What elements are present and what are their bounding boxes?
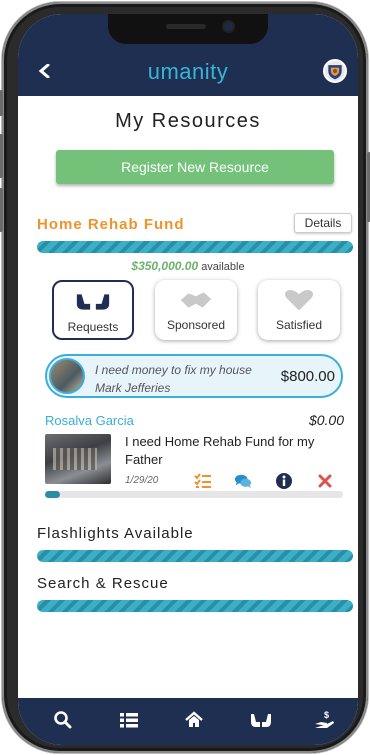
notch bbox=[108, 14, 268, 44]
svg-text:$: $ bbox=[324, 710, 329, 720]
info-icon[interactable] bbox=[275, 472, 293, 490]
handshake-icon bbox=[180, 292, 212, 308]
checklist-icon[interactable] bbox=[194, 472, 212, 490]
screen: umanity My Resources Register New Resour… bbox=[18, 14, 358, 745]
resource-progress-bar bbox=[37, 241, 353, 253]
request-text: I need money to fix my house Mark Jeffer… bbox=[95, 361, 252, 397]
heart-icon bbox=[284, 290, 314, 311]
available-amount: $350,000.00 available bbox=[18, 259, 358, 273]
request-message: I need money to fix my house bbox=[95, 363, 252, 377]
satisfied-label: Satisfied bbox=[275, 318, 323, 332]
requests-label: Requests bbox=[67, 320, 119, 334]
request-amount: $800.00 bbox=[280, 368, 335, 385]
resource-title-flashlights[interactable]: Flashlights Available bbox=[37, 525, 194, 542]
home-icon[interactable] bbox=[184, 710, 204, 730]
satisfied-button[interactable]: Satisfied bbox=[258, 280, 340, 340]
mute-switch bbox=[0, 90, 3, 116]
register-new-resource-button[interactable]: Register New Resource bbox=[56, 150, 334, 184]
speaker bbox=[166, 24, 206, 29]
list-icon[interactable] bbox=[119, 710, 139, 730]
phone-frame: umanity My Resources Register New Resour… bbox=[0, 2, 370, 753]
request-item[interactable]: I need money to fix my house Mark Jeffer… bbox=[45, 354, 343, 398]
camera bbox=[224, 22, 233, 31]
sponsored-label: Sponsored bbox=[166, 318, 226, 332]
requests-button[interactable]: Requests bbox=[52, 280, 134, 340]
page-title: My Resources bbox=[115, 110, 261, 132]
request-progress-bar bbox=[45, 491, 343, 498]
requester-amount: $0.00 bbox=[308, 412, 344, 428]
open-hands-icon bbox=[76, 294, 110, 310]
give-money-icon[interactable]: $ bbox=[314, 710, 336, 730]
amount-value: $350,000.00 bbox=[131, 259, 199, 273]
requester-avatar bbox=[49, 358, 85, 394]
requester-name-link[interactable]: Rosalva Garcia bbox=[45, 413, 134, 428]
bottom-nav: $ bbox=[18, 698, 358, 745]
close-icon[interactable] bbox=[316, 472, 334, 490]
search-rescue-progress-bar bbox=[37, 600, 353, 612]
resource-title[interactable]: Home Rehab Fund bbox=[37, 216, 185, 233]
open-hands-icon[interactable] bbox=[249, 710, 273, 730]
details-button[interactable]: Details bbox=[294, 213, 352, 233]
resource-title-search-rescue[interactable]: Search & Rescue bbox=[37, 575, 169, 592]
amount-suffix: available bbox=[201, 261, 245, 273]
chat-icon[interactable] bbox=[234, 472, 252, 490]
volume-down-button bbox=[0, 188, 3, 232]
volume-up-button bbox=[0, 134, 3, 178]
sponsored-button[interactable]: Sponsored bbox=[155, 280, 237, 340]
requester-name: Mark Jefferies bbox=[95, 381, 171, 395]
request-photo[interactable] bbox=[45, 434, 111, 484]
request-progress-fill bbox=[45, 491, 60, 498]
request-date: 1/29/20 bbox=[125, 475, 159, 486]
flashlights-progress-bar bbox=[37, 550, 353, 562]
badge-avatar-icon[interactable] bbox=[323, 59, 347, 83]
search-icon[interactable] bbox=[53, 710, 73, 730]
request-description: I need Home Rehab Fund for my Father bbox=[125, 434, 315, 467]
app-logo: umanity bbox=[147, 59, 229, 84]
